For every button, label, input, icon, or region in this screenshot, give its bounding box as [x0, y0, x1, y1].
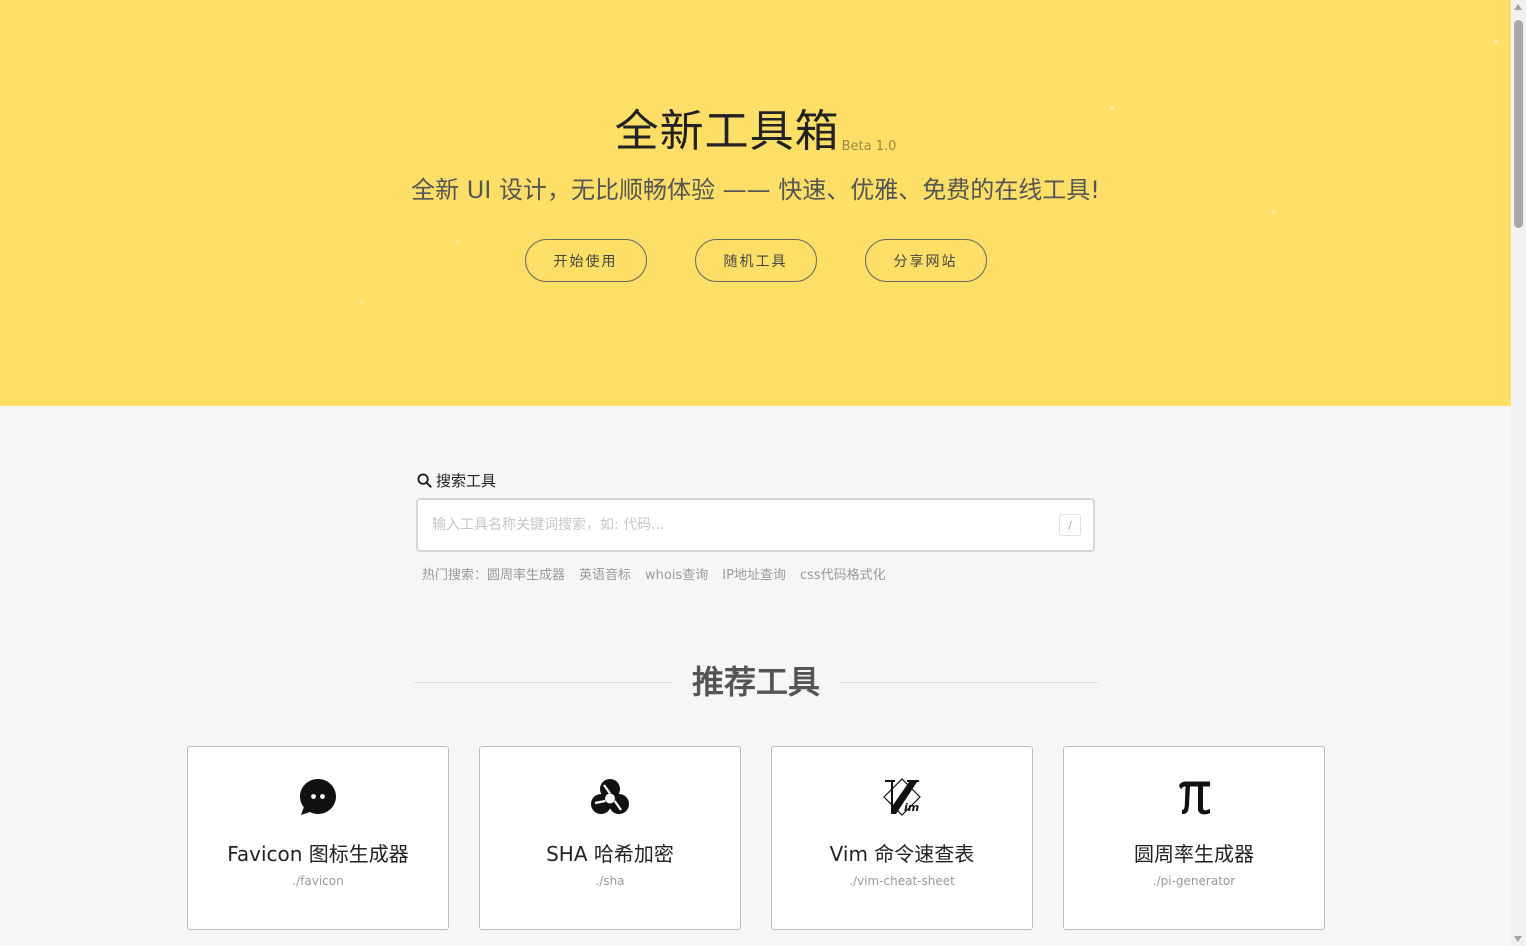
- tool-card-sha[interactable]: SHA 哈希加密 ./sha: [479, 746, 741, 930]
- start-button[interactable]: 开始使用: [524, 239, 647, 282]
- svg-text:im: im: [904, 801, 919, 814]
- slash-shortcut-hint: /: [1059, 514, 1081, 536]
- hero-section: 全新工具箱 Beta 1.0 全新 UI 设计，无比顺畅体验 —— 快速、优雅、…: [0, 0, 1511, 406]
- search-label-text: 搜索工具: [436, 471, 497, 490]
- sha-swirl-icon: [590, 777, 630, 817]
- hot-search-link[interactable]: IP地址查询: [722, 564, 786, 583]
- search-icon: [417, 472, 432, 488]
- pi-icon: [1174, 777, 1214, 817]
- card-path: ./pi-generator: [1152, 874, 1236, 888]
- chat-bubble-icon: [298, 777, 338, 817]
- search-label: 搜索工具: [417, 470, 496, 490]
- card-title: SHA 哈希加密: [546, 842, 674, 866]
- card-title: Vim 命令速查表: [829, 842, 975, 866]
- scroll-down-icon[interactable]: [1514, 936, 1522, 942]
- scroll-up-icon[interactable]: [1514, 4, 1522, 10]
- divider: [840, 681, 1099, 683]
- random-tool-button[interactable]: 随机工具: [694, 239, 817, 282]
- search-box: /: [416, 498, 1095, 552]
- vim-logo-icon: im: [882, 777, 922, 817]
- hot-search-link[interactable]: 英语音标: [579, 564, 631, 583]
- tool-card-vim[interactable]: im Vim 命令速查表 ./vim-cheat-sheet: [771, 746, 1033, 930]
- hero-buttons: 开始使用 随机工具 分享网站: [0, 239, 1511, 282]
- scrollbar-thumb[interactable]: [1514, 20, 1523, 228]
- hero-title: 全新工具箱: [614, 106, 840, 157]
- card-title: Favicon 图标生成器: [227, 842, 409, 866]
- beta-badge: Beta 1.0: [841, 139, 897, 154]
- card-path: ./vim-cheat-sheet: [849, 874, 955, 888]
- tool-cards: Favicon 图标生成器 ./favicon SHA 哈希加密 ./sha i…: [187, 746, 1325, 930]
- hero-title-group: 全新工具箱 Beta 1.0: [0, 104, 1511, 160]
- page: 全新工具箱 Beta 1.0 全新 UI 设计，无比顺畅体验 —— 快速、优雅、…: [0, 0, 1526, 946]
- recommended-heading: 推荐工具: [414, 662, 1099, 702]
- search-input[interactable]: [418, 500, 1059, 550]
- card-path: ./sha: [595, 874, 625, 888]
- hot-search-link[interactable]: whois查询: [645, 564, 708, 583]
- hot-search-link[interactable]: css代码格式化: [800, 564, 886, 583]
- tool-card-pi[interactable]: 圆周率生成器 ./pi-generator: [1063, 746, 1325, 930]
- hot-search: 热门搜索： 圆周率生成器 英语音标 whois查询 IP地址查询 css代码格式…: [422, 563, 886, 583]
- card-path: ./favicon: [292, 874, 344, 888]
- hot-search-link[interactable]: 圆周率生成器: [487, 564, 565, 583]
- hero-speck: [360, 300, 364, 304]
- tool-card-favicon[interactable]: Favicon 图标生成器 ./favicon: [187, 746, 449, 930]
- share-site-button[interactable]: 分享网站: [864, 239, 987, 282]
- divider: [414, 681, 672, 683]
- scrollbar[interactable]: [1511, 0, 1526, 946]
- hero-subtitle: 全新 UI 设计，无比顺畅体验 —— 快速、优雅、免费的在线工具!: [411, 176, 1100, 204]
- hero-speck: [1494, 40, 1498, 44]
- hero-speck: [1272, 210, 1276, 214]
- hot-search-label: 热门搜索：: [422, 567, 488, 583]
- card-title: 圆周率生成器: [1134, 842, 1254, 866]
- section-title: 推荐工具: [692, 663, 821, 701]
